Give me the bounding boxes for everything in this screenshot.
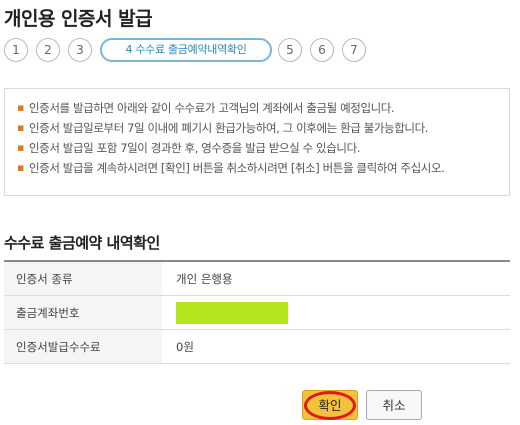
section-title: 수수료 출금예약 내역확인 xyxy=(4,234,160,252)
row-label-cert-type: 인증서 종류 xyxy=(4,261,162,296)
redacted-account-number xyxy=(176,301,288,324)
row-value-fee: 0원 xyxy=(162,329,510,364)
table-row: 출금계좌번호 xyxy=(4,295,510,330)
row-value-cert-type: 개인 은행용 xyxy=(162,261,510,296)
table-row: 인증서발급수수료 0원 xyxy=(4,329,510,364)
notice-item: ▪ 인증서를 발급하면 아래와 같이 수수료가 고객님의 계좌에서 출금될 예정입… xyxy=(17,101,395,115)
step-3: 3 xyxy=(68,38,92,62)
row-label-fee: 인증서발급수수료 xyxy=(4,329,162,364)
bullet-icon: ▪ xyxy=(17,121,25,134)
bullet-icon: ▪ xyxy=(17,141,25,154)
bullet-icon: ▪ xyxy=(17,101,25,114)
row-value-account xyxy=(162,295,510,330)
step-6: 6 xyxy=(310,38,334,62)
page-title: 개인용 인증서 발급 xyxy=(4,8,153,30)
notice-box: ▪ 인증서를 발급하면 아래와 같이 수수료가 고객님의 계좌에서 출금될 예정입… xyxy=(4,88,510,196)
step-2: 2 xyxy=(36,38,60,62)
cancel-button[interactable]: 취소 xyxy=(366,390,422,420)
fee-details-table: 인증서 종류 개인 은행용 출금계좌번호 인증서발급수수료 0원 xyxy=(4,260,510,364)
notice-item: ▪ 인증서 발급일 포함 7일이 경과한 후, 영수증을 발급 받으실 수 있습니… xyxy=(17,141,361,155)
confirm-button[interactable]: 확인 xyxy=(302,390,358,420)
row-label-account: 출금계좌번호 xyxy=(4,295,162,330)
notice-item: ▪ 인증서 발급을 계속하시려면 [확인] 버튼을 취소하시려면 [취소] 버튼을… xyxy=(17,161,445,175)
step-5: 5 xyxy=(278,38,302,62)
notice-list: ▪ 인증서를 발급하면 아래와 같이 수수료가 고객님의 계좌에서 출금될 예정입… xyxy=(15,99,499,177)
step-4-current: 4 수수료 출금예약내역확인 xyxy=(100,38,272,62)
bullet-icon: ▪ xyxy=(17,161,25,174)
step-7: 7 xyxy=(342,38,366,62)
notice-item: ▪ 인증서 발급일로부터 7일 이내에 폐기시 환급가능하여, 그 이후에는 환급… xyxy=(17,121,429,135)
table-row: 인증서 종류 개인 은행용 xyxy=(4,261,510,296)
step-1: 1 xyxy=(4,38,28,62)
